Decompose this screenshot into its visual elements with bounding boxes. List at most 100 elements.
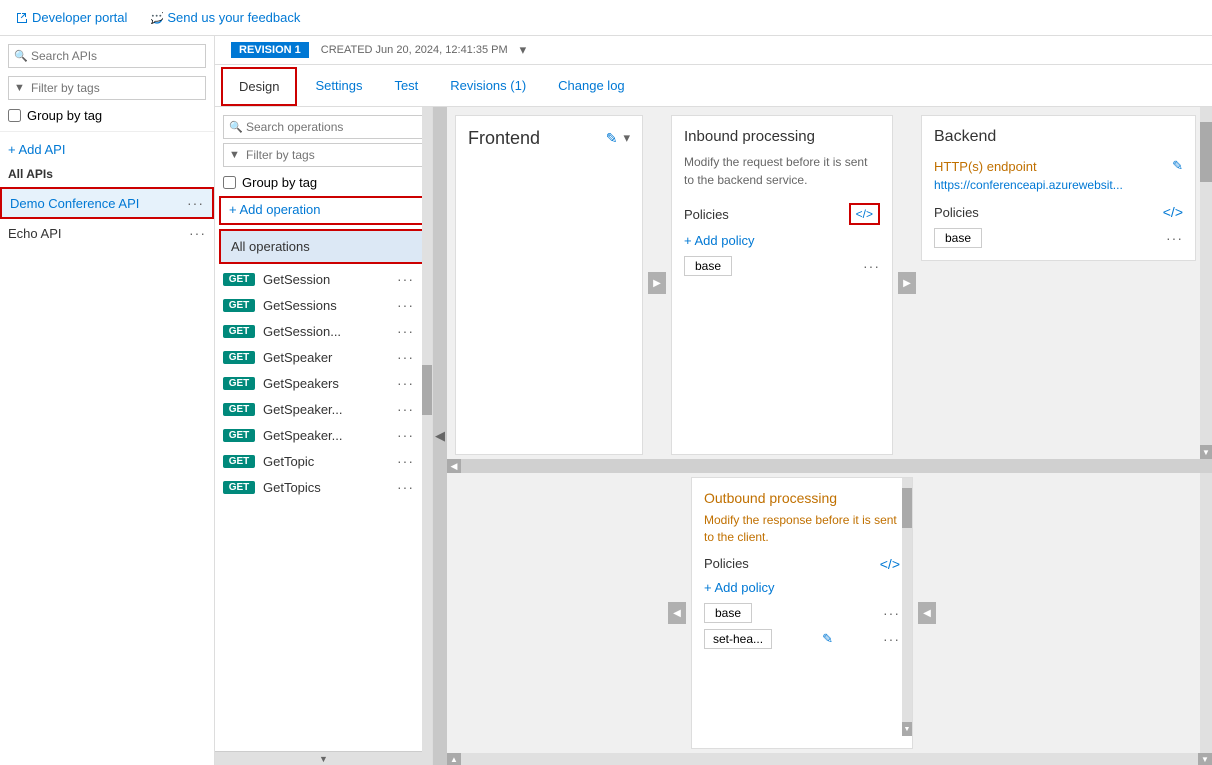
op-method-6: GET <box>223 429 255 442</box>
right-scroll-thumb[interactable] <box>1200 122 1212 182</box>
op-menu-icon-4[interactable]: ··· <box>397 375 414 391</box>
outbound-policies-header-row: Policies </> <box>704 556 900 572</box>
inbound-policies-header-row: Policies </> <box>684 203 880 225</box>
outbound-base-policy-menu-icon[interactable]: ··· <box>883 605 900 621</box>
revision-dropdown-icon[interactable]: ▾ <box>520 42 527 58</box>
bottom-right-spacer <box>937 473 1200 753</box>
frontend-to-inbound-arrow-button[interactable]: ▶ <box>648 272 666 294</box>
sidebar-filter-container: ▼ <box>8 76 206 100</box>
inbound-base-policy-menu-icon[interactable]: ··· <box>863 258 880 274</box>
add-outbound-policy-button[interactable]: + Add policy <box>704 580 900 595</box>
op-menu-icon-8[interactable]: ··· <box>397 479 414 495</box>
filter-ops-tags-input[interactable] <box>223 143 424 167</box>
op-row-2[interactable]: GET GetSession... ··· <box>215 318 422 344</box>
op-menu-icon-2[interactable]: ··· <box>397 323 414 339</box>
sidebar-group-by-tag-checkbox[interactable] <box>8 109 21 122</box>
inbound-code-editor-button[interactable]: </> <box>849 203 880 225</box>
api-item-demo-menu-icon[interactable]: ··· <box>187 195 204 211</box>
feedback-link[interactable]: 💬 Send us your feedback <box>151 10 300 25</box>
ops-scroll-thumb[interactable] <box>422 365 432 415</box>
api-item-demo-conference[interactable]: Demo Conference API ··· <box>0 187 214 219</box>
backend-endpoint-edit-icon[interactable]: ✎ <box>1172 158 1183 174</box>
outbound-setheader-edit-icon[interactable]: ✎ <box>822 631 833 647</box>
bottom-row-panels: ◀ ▼ <box>447 473 1212 753</box>
bottom-scroll-up-button[interactable]: ▲ <box>447 753 461 765</box>
add-api-button[interactable]: + Add API <box>0 138 214 161</box>
op-row-4[interactable]: GET GetSpeakers ··· <box>215 370 422 396</box>
op-method-8: GET <box>223 481 255 494</box>
outbound-setheader-policy-tag[interactable]: set-hea... <box>704 629 772 649</box>
backend-endpoint-url: https://conferenceapi.azurewebsit... <box>934 178 1183 192</box>
outbound-right-arrow-container: ◀ <box>917 473 937 753</box>
op-menu-icon-0[interactable]: ··· <box>397 271 414 287</box>
inbound-base-policy-tag[interactable]: base <box>684 256 732 276</box>
right-down-arrow-icon: ▼ <box>1202 448 1210 457</box>
op-row-5[interactable]: GET GetSpeaker... ··· <box>215 396 422 422</box>
outbound-code-icon[interactable]: </> <box>880 556 900 572</box>
backend-base-policy-menu-icon[interactable]: ··· <box>1166 230 1183 246</box>
frontend-chevron-down-icon[interactable]: ▾ <box>623 130 630 147</box>
ops-collapse-arrow-button[interactable]: ◀ <box>433 107 447 765</box>
op-row-8[interactable]: GET GetTopics ··· <box>215 474 422 500</box>
outbound-policies-label: Policies <box>704 556 749 571</box>
tabs-bar: Design Settings Test Revisions (1) Chang… <box>215 65 1212 107</box>
ops-scroll-bottom-btn[interactable]: ▼ <box>215 751 432 765</box>
bottom-scroll-down-button[interactable]: ▼ <box>1198 753 1212 765</box>
ops-group-by-tag-checkbox[interactable] <box>223 176 236 189</box>
ops-scroll-track[interactable] <box>422 107 432 753</box>
backend-base-policy-tag[interactable]: base <box>934 228 982 248</box>
horiz-left-arrow-button[interactable]: ◀ <box>447 459 461 473</box>
outbound-setheader-menu-icon[interactable]: ··· <box>883 631 900 647</box>
op-row-1[interactable]: GET GetSessions ··· <box>215 292 422 318</box>
outbound-scroll-thumb[interactable] <box>902 488 912 528</box>
search-operations-input[interactable] <box>223 115 424 139</box>
outbound-base-policy-row: base ··· <box>704 603 900 623</box>
api-item-echo-menu-icon[interactable]: ··· <box>189 225 206 241</box>
backend-endpoint-label-row: HTTP(s) endpoint ✎ <box>934 158 1183 174</box>
bottom-right-scroll-track[interactable] <box>1200 473 1212 753</box>
design-area: Frontend ✎ ▾ ▶ <box>447 107 1212 765</box>
right-scroll-track[interactable]: ▼ <box>1200 107 1212 459</box>
op-name-0: GetSession <box>263 272 330 287</box>
frontend-edit-icon[interactable]: ✎ <box>606 130 618 147</box>
outbound-base-policy-tag[interactable]: base <box>704 603 752 623</box>
inbound-to-backend-arrow-button[interactable]: ▶ <box>898 272 916 294</box>
outbound-scroll-down-btn[interactable]: ▼ <box>902 722 912 736</box>
op-row-0[interactable]: GET GetSession ··· <box>215 266 422 292</box>
backend-code-icon[interactable]: </> <box>1163 204 1183 220</box>
bottom-scroll-track-inner[interactable] <box>461 753 1198 765</box>
op-name-4: GetSpeakers <box>263 376 339 391</box>
external-link-icon <box>16 12 28 24</box>
tab-changelog[interactable]: Change log <box>542 68 641 103</box>
search-apis-input[interactable] <box>8 44 206 68</box>
outbound-scroll-track[interactable]: ▼ <box>902 478 912 736</box>
tab-test[interactable]: Test <box>378 68 434 103</box>
op-menu-icon-3[interactable]: ··· <box>397 349 414 365</box>
inbound-base-policy-row: base ··· <box>684 256 880 276</box>
outbound-right-arrow-button[interactable]: ◀ <box>918 602 936 624</box>
outbound-left-arrow-button[interactable]: ◀ <box>668 602 686 624</box>
developer-portal-link[interactable]: Developer portal <box>16 10 127 25</box>
filter-by-tags-input[interactable] <box>8 76 206 100</box>
all-operations-item[interactable]: All operations <box>219 229 428 264</box>
op-row-3[interactable]: GET GetSpeaker ··· <box>215 344 422 370</box>
outbound-panel: ▼ Outbound processing Modify the respons… <box>687 473 917 753</box>
inbound-description: Modify the request before it is sent to … <box>684 153 880 189</box>
right-scroll-down-button[interactable]: ▼ <box>1200 445 1212 459</box>
op-method-2: GET <box>223 325 255 338</box>
op-menu-icon-1[interactable]: ··· <box>397 297 414 313</box>
panels-row: 🔍 ▼ Group by tag + Add operation All ope… <box>215 107 1212 765</box>
op-menu-icon-6[interactable]: ··· <box>397 427 414 443</box>
tab-design[interactable]: Design <box>221 67 297 106</box>
op-menu-icon-5[interactable]: ··· <box>397 401 414 417</box>
tab-revisions[interactable]: Revisions (1) <box>434 68 542 103</box>
op-menu-icon-7[interactable]: ··· <box>397 453 414 469</box>
api-item-echo[interactable]: Echo API ··· <box>0 219 214 247</box>
add-operation-button[interactable]: + Add operation <box>219 196 428 225</box>
op-row-6[interactable]: GET GetSpeaker... ··· <box>215 422 422 448</box>
sidebar-search-container: 🔍 <box>8 44 206 68</box>
tab-settings[interactable]: Settings <box>299 68 378 103</box>
add-inbound-policy-button[interactable]: + Add policy <box>684 233 880 248</box>
frontend-card: Frontend ✎ ▾ <box>455 115 643 455</box>
op-row-7[interactable]: GET GetTopic ··· <box>215 448 422 474</box>
